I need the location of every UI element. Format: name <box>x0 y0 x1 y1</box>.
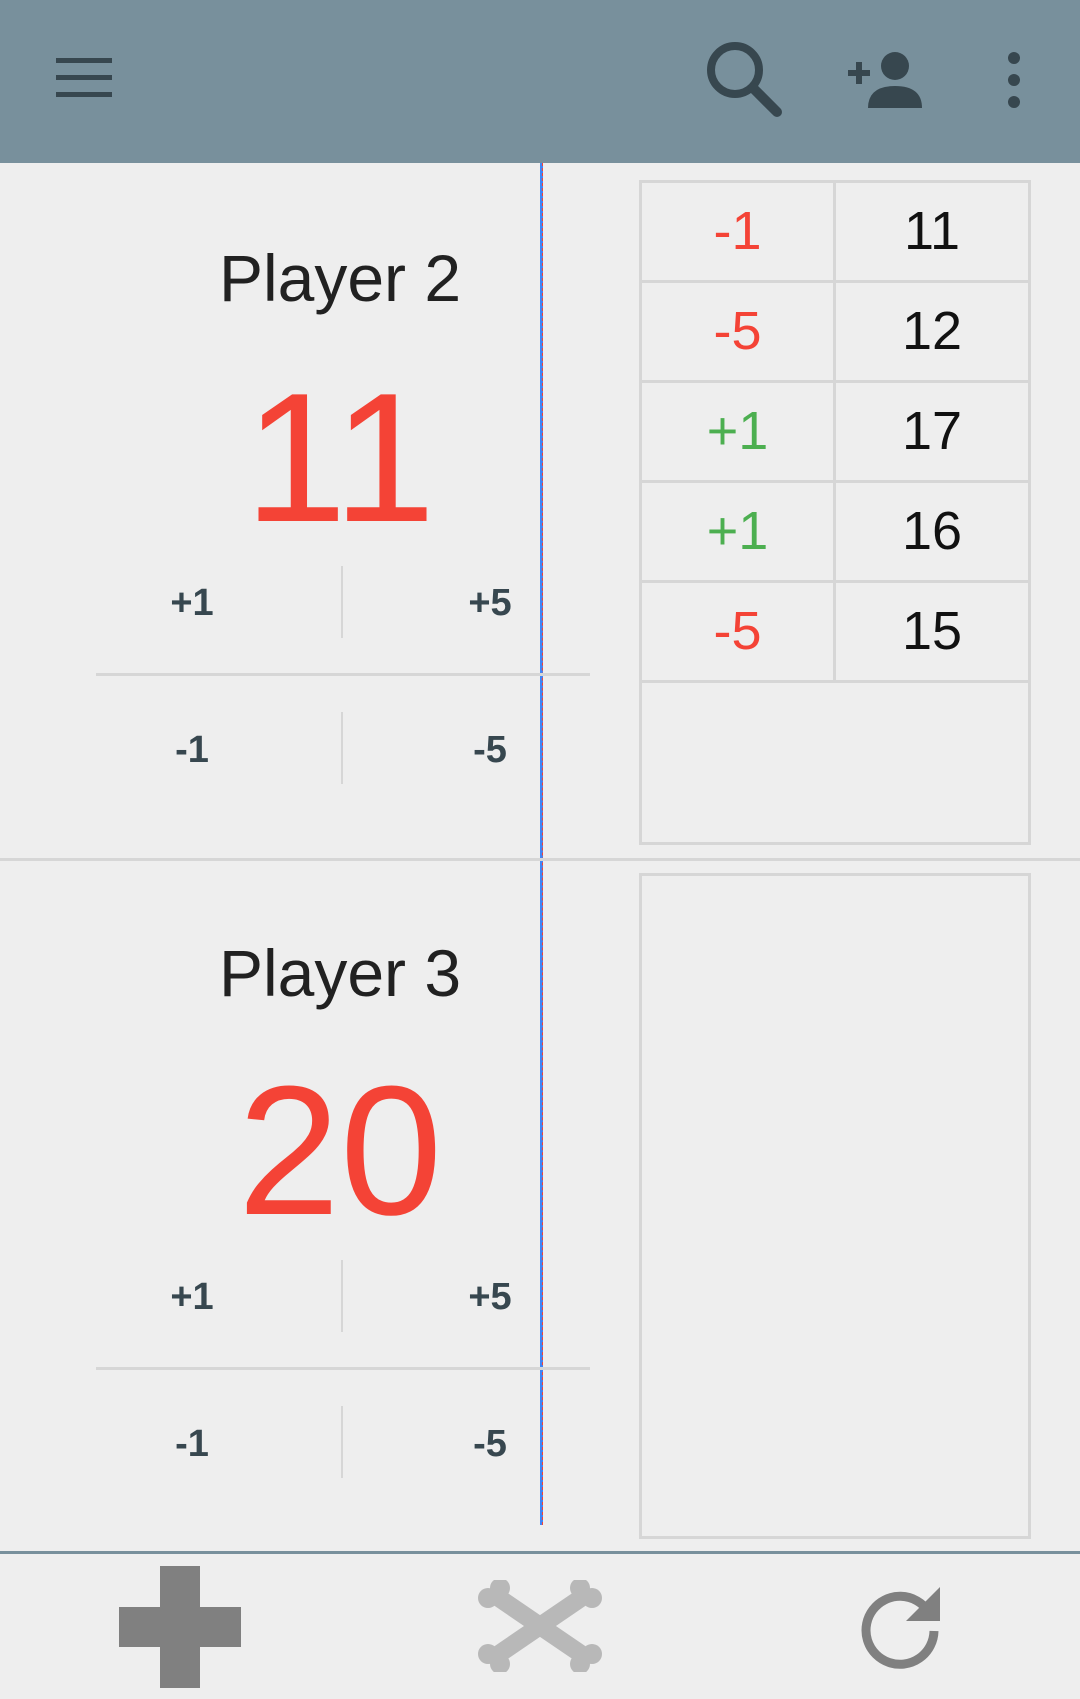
button-divider <box>341 566 343 638</box>
add-person-icon[interactable] <box>848 50 928 110</box>
player-score: 11 <box>244 354 436 560</box>
app-bar <box>0 0 1080 163</box>
history-row: +1 17 <box>642 383 1028 483</box>
history-total: 12 <box>901 301 963 361</box>
history-total: 17 <box>901 401 963 461</box>
button-row-divider <box>96 1367 590 1370</box>
history-total: 16 <box>901 501 963 561</box>
button-divider <box>341 1260 343 1332</box>
add-icon[interactable] <box>119 1566 241 1688</box>
history-delta: +1 <box>642 383 836 480</box>
history-row: -5 15 <box>642 583 1028 683</box>
score-history-table: -1 11 -5 12 +1 17 +1 16 -5 15 <box>639 180 1031 845</box>
plus-five-button[interactable]: +5 <box>390 582 590 625</box>
button-row-divider <box>96 673 590 676</box>
search-icon[interactable] <box>705 40 783 118</box>
history-delta: +1 <box>642 483 836 580</box>
history-row: -5 12 <box>642 283 1028 383</box>
minus-five-button[interactable]: -5 <box>390 729 590 772</box>
history-row: -1 11 <box>642 183 1028 283</box>
history-total: 11 <box>903 201 961 261</box>
player-name[interactable]: Player 3 <box>0 935 680 1011</box>
button-divider <box>341 712 343 784</box>
plus-one-button[interactable]: +1 <box>92 582 292 625</box>
history-row: +1 16 <box>642 483 1028 583</box>
button-divider <box>341 1406 343 1478</box>
minus-one-button[interactable]: -1 <box>92 1423 292 1466</box>
player-divider <box>0 858 1080 861</box>
history-delta: -1 <box>642 183 836 280</box>
plus-five-button[interactable]: +5 <box>390 1276 590 1319</box>
player-score: 20 <box>237 1047 443 1253</box>
plus-one-button[interactable]: +1 <box>92 1276 292 1319</box>
more-vert-icon[interactable] <box>1000 50 1030 110</box>
history-delta: -5 <box>642 283 836 380</box>
refresh-icon[interactable] <box>858 1585 942 1669</box>
minus-one-button[interactable]: -1 <box>92 729 292 772</box>
minus-five-button[interactable]: -5 <box>390 1423 590 1466</box>
crossbones-icon[interactable] <box>478 1580 602 1672</box>
bottom-bar-border <box>0 1551 1080 1554</box>
history-total: 15 <box>901 601 963 661</box>
menu-icon[interactable] <box>56 58 112 98</box>
history-delta: -5 <box>642 583 836 680</box>
player-name[interactable]: Player 2 <box>0 240 680 316</box>
score-history-table <box>639 873 1031 1539</box>
